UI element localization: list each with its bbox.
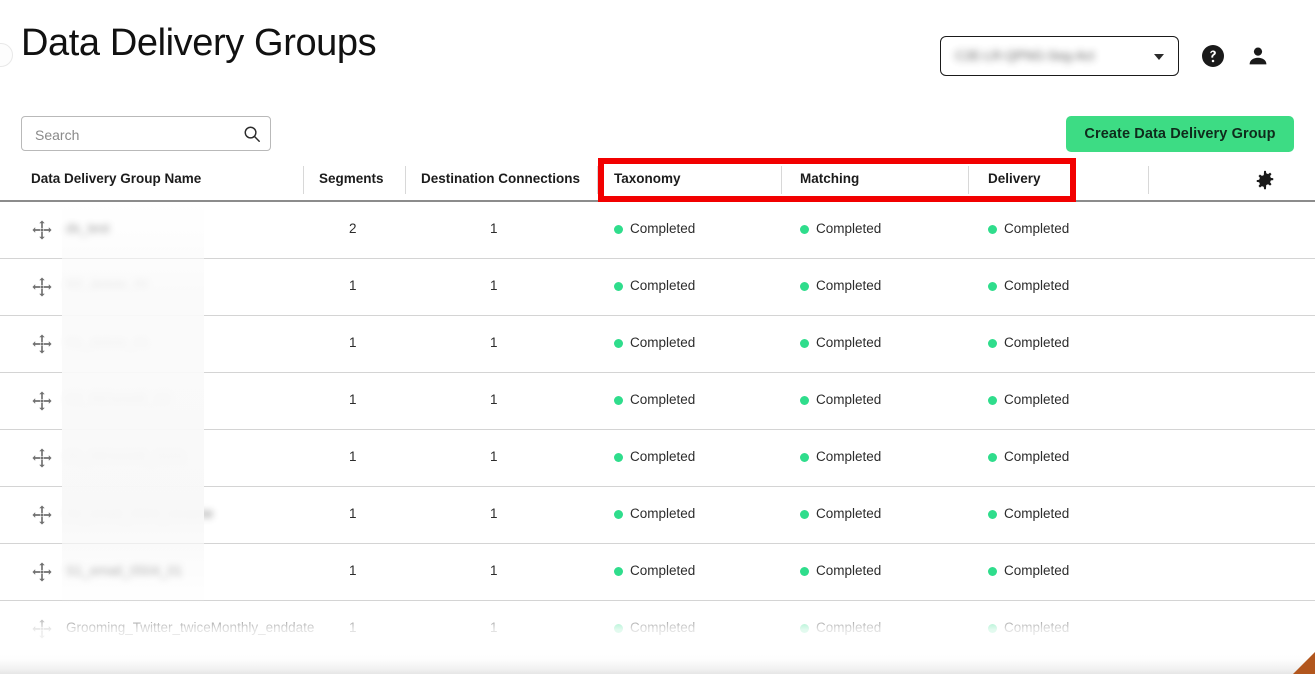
row-segments: 2 bbox=[349, 221, 357, 236]
row-destination-connections: 1 bbox=[490, 335, 498, 350]
row-status-taxonomy: Completed bbox=[614, 449, 695, 464]
column-header-name[interactable]: Data Delivery Group Name bbox=[31, 171, 201, 186]
hierarchy-move-icon[interactable] bbox=[31, 504, 53, 526]
row-name[interactable]: S1_email_0504_01 bbox=[66, 563, 182, 578]
row-status-matching: Completed bbox=[800, 278, 881, 293]
row-status-matching: Completed bbox=[800, 506, 881, 521]
row-destination-connections: 1 bbox=[490, 620, 498, 635]
row-destination-connections: 1 bbox=[490, 278, 498, 293]
row-status-taxonomy: Completed bbox=[614, 278, 695, 293]
row-status-delivery: Completed bbox=[988, 449, 1069, 464]
column-divider bbox=[968, 166, 969, 194]
row-status-taxonomy: Completed bbox=[614, 221, 695, 236]
row-status-taxonomy: Completed bbox=[614, 392, 695, 407]
hierarchy-move-icon[interactable] bbox=[31, 561, 53, 583]
column-header-segments[interactable]: Segments bbox=[319, 171, 384, 186]
row-status-matching: Completed bbox=[800, 335, 881, 350]
table-row[interactable]: Grooming_Twitter_twiceMonthly_enddate 1 1 C… bbox=[0, 601, 1315, 658]
hierarchy-move-icon[interactable] bbox=[31, 276, 53, 298]
row-name[interactable]: S2_RENAME_02 bbox=[66, 392, 170, 407]
row-status-matching: Completed bbox=[800, 563, 881, 578]
table-body: ds_test 2 1 Completed Completed Completed S2_d… bbox=[0, 202, 1315, 674]
table-row[interactable]: S2_email_0504_rename 1 1 Completed Completed… bbox=[0, 487, 1315, 544]
account-selector[interactable]: C2E-LR-QPNG-Seg-Act bbox=[940, 36, 1179, 76]
row-status-matching: Completed bbox=[800, 221, 881, 236]
row-status-delivery: Completed bbox=[988, 620, 1069, 635]
row-status-delivery: Completed bbox=[988, 278, 1069, 293]
data-delivery-groups-page: Data Delivery Groups C2E-LR-QPNG-Seg-Act… bbox=[0, 0, 1315, 674]
row-status-matching: Completed bbox=[800, 620, 881, 635]
row-name[interactable]: S2_email_0504_rename bbox=[66, 506, 213, 521]
row-name[interactable]: S1_delete_01 bbox=[66, 335, 149, 350]
row-name[interactable]: Grooming_Twitter_twiceMonthly_enddate bbox=[66, 620, 314, 635]
row-status-taxonomy: Completed bbox=[614, 335, 695, 350]
table-row[interactable]: S1_email_0504_01 1 1 Completed Completed Comp… bbox=[0, 544, 1315, 601]
row-status-matching: Completed bbox=[800, 392, 881, 407]
table-row[interactable]: S1_delete_01 1 1 Completed Completed Complete… bbox=[0, 316, 1315, 373]
row-destination-connections: 1 bbox=[490, 392, 498, 407]
person-icon[interactable] bbox=[1246, 44, 1270, 68]
row-segments: 1 bbox=[349, 278, 357, 293]
search-input[interactable] bbox=[33, 117, 237, 152]
column-header-delivery[interactable]: Delivery bbox=[988, 171, 1041, 186]
row-status-delivery: Completed bbox=[988, 335, 1069, 350]
search-box[interactable] bbox=[21, 116, 271, 152]
column-divider bbox=[303, 166, 304, 194]
row-destination-connections: 1 bbox=[490, 221, 498, 236]
hierarchy-move-icon[interactable] bbox=[31, 447, 53, 469]
table-row[interactable]: S1_RENAME_0101 1 1 Completed Completed Comple… bbox=[0, 430, 1315, 487]
column-header-matching[interactable]: Matching bbox=[800, 171, 859, 186]
row-destination-connections: 1 bbox=[490, 449, 498, 464]
row-status-taxonomy: Completed bbox=[614, 620, 695, 635]
row-destination-connections: 1 bbox=[490, 563, 498, 578]
row-name[interactable]: ds_test bbox=[66, 221, 110, 236]
row-status-delivery: Completed bbox=[988, 221, 1069, 236]
row-segments: 1 bbox=[349, 506, 357, 521]
create-data-delivery-group-button[interactable]: Create Data Delivery Group bbox=[1066, 116, 1294, 152]
row-segments: 1 bbox=[349, 449, 357, 464]
column-divider bbox=[1148, 166, 1149, 194]
data-delivery-groups-table: Data Delivery Group Name Segments Destin… bbox=[0, 160, 1315, 674]
gear-icon[interactable] bbox=[1254, 170, 1276, 192]
row-name[interactable]: S2_delete_01 bbox=[66, 278, 149, 293]
row-status-taxonomy: Completed bbox=[614, 563, 695, 578]
column-divider bbox=[781, 166, 782, 194]
left-edge-nav-circle bbox=[0, 43, 13, 67]
row-segments: 1 bbox=[349, 335, 357, 350]
hierarchy-move-icon[interactable] bbox=[31, 219, 53, 241]
table-header-row: Data Delivery Group Name Segments Destin… bbox=[0, 160, 1315, 202]
help-circle-icon[interactable] bbox=[1201, 44, 1225, 68]
search-icon[interactable] bbox=[243, 125, 261, 143]
row-name[interactable]: S1_RENAME_0101 bbox=[66, 449, 185, 464]
chevron-down-icon bbox=[1154, 54, 1164, 60]
hierarchy-move-icon[interactable] bbox=[31, 390, 53, 412]
column-header-taxonomy[interactable]: Taxonomy bbox=[614, 171, 681, 186]
column-divider bbox=[405, 166, 406, 194]
table-row[interactable]: S2_delete_01 1 1 Completed Completed Complete… bbox=[0, 259, 1315, 316]
row-segments: 1 bbox=[349, 620, 357, 635]
row-status-matching: Completed bbox=[800, 449, 881, 464]
column-divider bbox=[597, 166, 598, 194]
row-status-delivery: Completed bbox=[988, 392, 1069, 407]
account-selector-value: C2E-LR-QPNG-Seg-Act bbox=[955, 48, 1095, 63]
table-row[interactable]: S2_RENAME_02 1 1 Completed Completed Complete… bbox=[0, 373, 1315, 430]
hierarchy-move-icon[interactable] bbox=[31, 333, 53, 355]
table-row[interactable]: ds_test 2 1 Completed Completed Completed bbox=[0, 202, 1315, 259]
row-segments: 1 bbox=[349, 563, 357, 578]
row-destination-connections: 1 bbox=[490, 506, 498, 521]
row-status-taxonomy: Completed bbox=[614, 506, 695, 521]
row-status-delivery: Completed bbox=[988, 506, 1069, 521]
row-segments: 1 bbox=[349, 392, 357, 407]
corner-resize-marker bbox=[1293, 652, 1315, 674]
page-title: Data Delivery Groups bbox=[21, 22, 377, 64]
row-status-delivery: Completed bbox=[988, 563, 1069, 578]
hierarchy-move-icon[interactable] bbox=[31, 618, 53, 640]
column-header-destinations[interactable]: Destination Connections bbox=[421, 171, 580, 186]
